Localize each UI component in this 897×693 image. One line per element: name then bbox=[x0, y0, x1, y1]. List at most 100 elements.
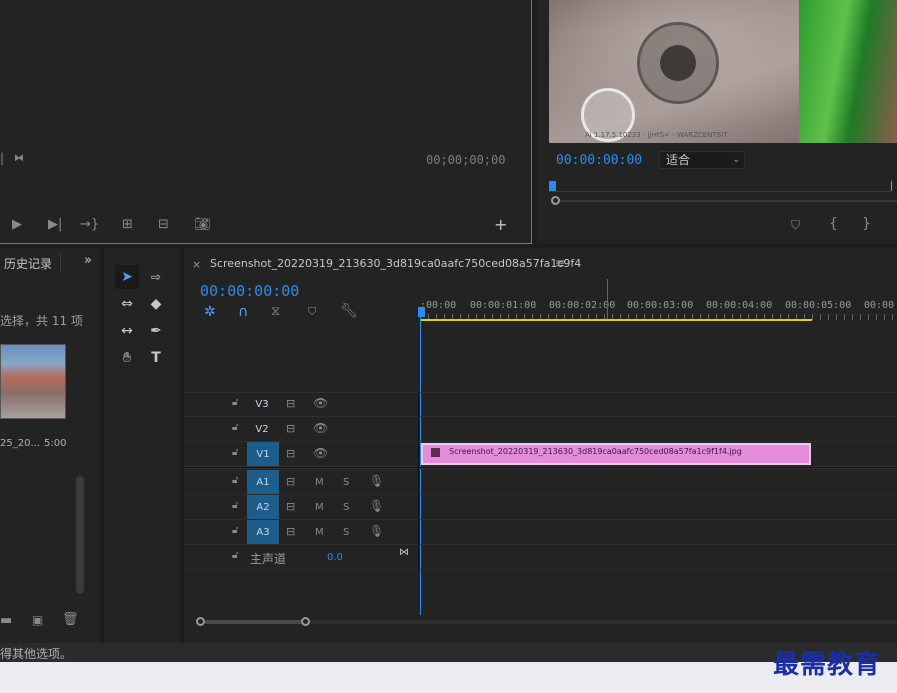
track-label-a1[interactable]: A1 bbox=[247, 470, 279, 494]
slip-icon[interactable]: ↔ bbox=[115, 319, 139, 343]
program-playhead[interactable] bbox=[549, 181, 556, 191]
type-tool-icon[interactable]: T bbox=[144, 346, 168, 370]
insert-marker-icon[interactable]: ⧓ bbox=[14, 154, 24, 164]
export-frame-icon[interactable]: 📷︎ bbox=[194, 218, 211, 231]
track-select-icon[interactable]: ⇨ bbox=[144, 265, 168, 289]
overwrite-icon[interactable]: ⊟ bbox=[158, 218, 169, 231]
mark-in-bracket-icon[interactable]: { bbox=[829, 217, 838, 231]
pen-icon[interactable]: ✒ bbox=[144, 319, 168, 343]
ruler-divider bbox=[607, 279, 608, 319]
tab-menu-icon[interactable]: ≡ bbox=[555, 256, 565, 270]
fit-select-value: 适合 bbox=[666, 153, 691, 167]
panel-menu-expand-icon[interactable]: » bbox=[84, 253, 92, 268]
timeline-zoom-right-handle[interactable] bbox=[301, 617, 310, 626]
track-label-v3[interactable]: V3 bbox=[246, 392, 278, 416]
timeline-zoom-left-handle[interactable] bbox=[196, 617, 205, 626]
razor-icon[interactable]: ◆ bbox=[144, 292, 168, 316]
source-monitor-panel: 00;00;00;00 | ⧓ ▶ ▶| →} ⊞ ⊟ 📷︎ + bbox=[0, 0, 532, 244]
track-label-a3[interactable]: A3 bbox=[247, 520, 279, 544]
ruler-label-2: 00:00:02:00 bbox=[549, 300, 616, 311]
hand-icon[interactable]: ✋︎ bbox=[115, 346, 139, 370]
lock-icon-v2[interactable]: 🔓︎ bbox=[232, 423, 238, 433]
ripple-edit-icon[interactable]: ⇔ bbox=[115, 292, 139, 316]
ruler-label-5: 00:00:05:00 bbox=[785, 300, 852, 311]
play-icon[interactable]: ▶ bbox=[12, 218, 22, 231]
linked-selection-icon[interactable]: ⧖ bbox=[271, 305, 280, 318]
clip-name[interactable]: 25_20... bbox=[0, 438, 40, 449]
program-timecode[interactable]: 00:00:00:00 bbox=[556, 153, 642, 168]
timeline-zoom-bar[interactable] bbox=[205, 620, 302, 624]
microphone-icon-a1[interactable]: 🎙︎ bbox=[369, 475, 384, 487]
add-marker-icon-timeline[interactable]: ⛉ bbox=[308, 306, 316, 317]
trash-icon[interactable]: 🗑︎ bbox=[62, 613, 79, 626]
lock-icon-v3[interactable]: 🔓︎ bbox=[232, 398, 238, 408]
mute-button-a3[interactable]: M bbox=[315, 527, 324, 538]
work-area-bar[interactable] bbox=[420, 319, 812, 321]
lock-icon-master[interactable]: 🔓︎ bbox=[232, 551, 238, 561]
program-out-tick bbox=[891, 181, 892, 191]
track-divider bbox=[184, 467, 897, 469]
lock-icon-a3[interactable]: 🔓︎ bbox=[232, 526, 238, 536]
track-label-v2[interactable]: V2 bbox=[246, 417, 278, 441]
eye-icon-v2[interactable]: 👁︎ bbox=[313, 422, 328, 434]
joystick-knob bbox=[660, 45, 696, 81]
ruler-label-0: :00:00 bbox=[420, 300, 457, 311]
track-label-a2[interactable]: A2 bbox=[247, 495, 279, 519]
sync-lock-icon-a2[interactable]: ⊟ bbox=[286, 501, 295, 512]
history-tab[interactable]: 历史记录 bbox=[4, 255, 52, 272]
go-to-end-icon[interactable]: ⋈ bbox=[399, 548, 409, 558]
selection-tool-icon[interactable]: ➤ bbox=[115, 265, 139, 289]
sequence-tab[interactable]: Screenshot_20220319_213630_3d819ca0aafc7… bbox=[210, 257, 581, 270]
step-forward-icon[interactable]: ▶| bbox=[48, 218, 62, 231]
sync-lock-icon-a1[interactable]: ⊟ bbox=[286, 476, 295, 487]
clip-duration: 5:00 bbox=[44, 438, 67, 449]
sync-lock-icon-v2[interactable]: ⊟ bbox=[286, 423, 295, 434]
sync-lock-icon-v1[interactable]: ⊟ bbox=[286, 448, 295, 459]
go-to-out-icon[interactable]: →} bbox=[80, 218, 99, 231]
eye-icon-v3[interactable]: 👁︎ bbox=[313, 397, 328, 409]
snap-magnet-icon[interactable]: ∩ bbox=[238, 305, 248, 319]
mark-out-bracket-icon[interactable]: } bbox=[862, 217, 871, 231]
folder-icon[interactable]: ▬ bbox=[0, 614, 12, 627]
timeline-clip[interactable]: Screenshot_20220319_213630_3d819ca0aafc7… bbox=[421, 443, 811, 465]
zoom-handle-left[interactable] bbox=[551, 196, 560, 205]
timeline-playhead-head[interactable] bbox=[418, 307, 425, 317]
character-figure bbox=[799, 0, 897, 143]
ruler-label-6: 00:00 bbox=[864, 300, 895, 311]
timeline-scroll-track[interactable] bbox=[310, 620, 897, 624]
lock-icon-a2[interactable]: 🔓︎ bbox=[232, 501, 238, 511]
mute-button-a2[interactable]: M bbox=[315, 502, 324, 513]
bottom-strip bbox=[0, 662, 897, 693]
eye-icon-v1[interactable]: 👁︎ bbox=[313, 447, 328, 459]
mark-in-icon[interactable]: | bbox=[0, 152, 4, 164]
fit-select[interactable]: 适合 ⌄ bbox=[659, 151, 745, 169]
video-overlay-text: Ai 1.17.5.10233 - jjHtS< - WARZCENTSIT bbox=[585, 131, 728, 139]
mute-button-a1[interactable]: M bbox=[315, 477, 324, 488]
track-label-v1[interactable]: V1 bbox=[247, 442, 279, 466]
master-track-label: 主声道 bbox=[250, 552, 287, 566]
project-scrollbar[interactable] bbox=[76, 476, 84, 594]
add-marker-icon[interactable]: ⛉ bbox=[791, 219, 800, 231]
nest-icon[interactable]: ✲ bbox=[204, 305, 216, 319]
insert-icon[interactable]: ⊞ bbox=[122, 218, 133, 231]
ruler-label-3: 00:00:03:00 bbox=[627, 300, 694, 311]
timeline-timecode[interactable]: 00:00:00:00 bbox=[200, 282, 299, 300]
new-item-icon[interactable]: ▣ bbox=[32, 614, 43, 626]
lock-icon-a1[interactable]: 🔓︎ bbox=[232, 476, 238, 486]
program-zoom-bar[interactable] bbox=[560, 200, 897, 202]
clip-thumbnail[interactable] bbox=[0, 344, 66, 419]
sync-lock-icon-v3[interactable]: ⊟ bbox=[286, 398, 295, 409]
close-tab-icon[interactable]: × bbox=[192, 258, 201, 271]
solo-button-a1[interactable]: S bbox=[343, 477, 349, 488]
solo-button-a2[interactable]: S bbox=[343, 502, 349, 513]
solo-button-a3[interactable]: S bbox=[343, 527, 349, 538]
source-timecode: 00;00;00;00 bbox=[426, 153, 506, 167]
wrench-icon[interactable]: 🔧︎ bbox=[340, 304, 358, 318]
master-volume-value[interactable]: 0.0 bbox=[327, 552, 343, 563]
microphone-icon-a3[interactable]: 🎙︎ bbox=[369, 525, 384, 537]
sync-lock-icon-a3[interactable]: ⊟ bbox=[286, 526, 295, 537]
microphone-icon-a2[interactable]: 🎙︎ bbox=[369, 500, 384, 512]
add-button-icon[interactable]: + bbox=[494, 217, 507, 233]
lock-icon-v1[interactable]: 🔓︎ bbox=[232, 448, 238, 458]
chevron-down-icon: ⌄ bbox=[732, 155, 740, 165]
